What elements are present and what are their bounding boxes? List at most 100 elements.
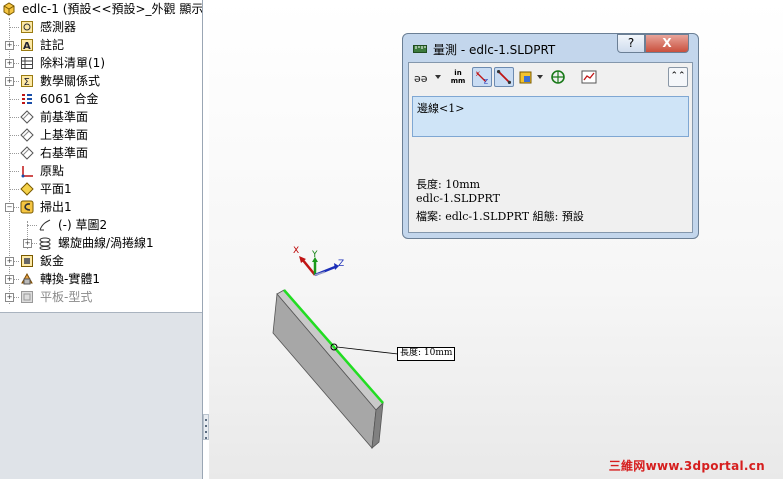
tree-empty-area bbox=[0, 312, 202, 479]
units-label-mm: mm bbox=[450, 77, 466, 85]
tree-root-label: edlc-1 (預設<<預設>_外觀 顯示 bbox=[22, 2, 203, 16]
callout-leader bbox=[336, 346, 399, 355]
sweep-icon bbox=[20, 200, 34, 214]
tree-item-label: 轉換-實體1 bbox=[40, 272, 100, 286]
units-label-in: in bbox=[454, 69, 462, 77]
tree-item[interactable]: + 除料清單(1) bbox=[0, 54, 202, 72]
tree-item[interactable]: 原點 bbox=[0, 162, 202, 180]
result-part: edlc-1.SLDPRT bbox=[416, 192, 500, 205]
tree-connector bbox=[9, 135, 19, 136]
tree-item[interactable]: 感測器 bbox=[0, 18, 202, 36]
tree-connector bbox=[27, 225, 37, 226]
triad-y-label: Y bbox=[312, 250, 318, 260]
tree-item-label: 原點 bbox=[40, 164, 65, 178]
expand-toggle[interactable]: + bbox=[23, 239, 32, 248]
triad-z-label: Z bbox=[338, 259, 345, 269]
tree-item[interactable]: 右基準面 bbox=[0, 144, 202, 162]
tree-connector bbox=[9, 171, 19, 172]
origin-icon bbox=[21, 166, 33, 178]
dialog-title: 量測 - edlc-1.SLDPRT bbox=[433, 43, 556, 57]
tree-root[interactable]: edlc-1 (預設<<預設>_外觀 顯示 bbox=[2, 0, 202, 18]
selection-item: 邊線<1> bbox=[417, 102, 465, 115]
cut-list-icon bbox=[21, 57, 33, 69]
help-button[interactable]: ? bbox=[617, 34, 645, 53]
tree-item-label: 右基準面 bbox=[40, 146, 89, 160]
measure-dialog: 量測 - edlc-1.SLDPRT ? X ǝǝ in mm X Z ⌃⌃ 邊… bbox=[402, 33, 699, 239]
expand-toggle[interactable]: + bbox=[5, 275, 14, 284]
tree-item[interactable]: + 鈑金 bbox=[0, 252, 202, 270]
point-to-point-icon[interactable] bbox=[494, 67, 514, 87]
triad-x-label: X bbox=[293, 246, 300, 256]
tree-item-label: 感測器 bbox=[40, 20, 77, 34]
material-icon bbox=[22, 94, 32, 104]
tree-item[interactable]: 6061 合金 bbox=[0, 90, 202, 108]
tree-item-label: 掃出1 bbox=[40, 200, 72, 214]
tree-item[interactable]: + 平板-型式 bbox=[0, 288, 202, 306]
svg-text:Z: Z bbox=[484, 78, 489, 85]
dialog-titlebar[interactable]: 量測 - edlc-1.SLDPRT ? X bbox=[403, 34, 698, 62]
tree-item-label: 平面1 bbox=[40, 182, 72, 196]
expand-toggle[interactable]: + bbox=[5, 41, 14, 50]
sensor-icon bbox=[21, 21, 33, 33]
expand-toggle[interactable]: + bbox=[5, 293, 14, 302]
tree-item-label: 註記 bbox=[40, 38, 65, 52]
measure-app-icon bbox=[413, 45, 427, 53]
view-triad[interactable] bbox=[299, 256, 339, 277]
tree-item[interactable]: (-) 草圖2 bbox=[0, 216, 202, 234]
plane-yellow-icon bbox=[20, 182, 34, 196]
equation-icon: Σ bbox=[21, 75, 33, 88]
collapse-toggle[interactable]: − bbox=[5, 203, 14, 212]
close-button[interactable]: X bbox=[645, 34, 689, 53]
expand-toggle[interactable]: + bbox=[5, 59, 14, 68]
dialog-body: ǝǝ in mm X Z ⌃⌃ 邊線<1> 長度: 10mm edlc-1.SL… bbox=[408, 62, 693, 233]
flat-pattern-icon bbox=[21, 291, 33, 303]
plane-icon bbox=[20, 110, 34, 124]
tree-item-label: 平板-型式 bbox=[40, 290, 93, 304]
tree-item[interactable]: 平面1 bbox=[0, 180, 202, 198]
xyz-measure-icon[interactable]: X Z bbox=[472, 67, 492, 87]
history-icon[interactable] bbox=[579, 67, 599, 87]
sheet-metal-icon bbox=[21, 255, 33, 267]
watermark: 三維网www.3dportal.cn bbox=[608, 459, 765, 473]
plane-icon bbox=[20, 128, 34, 142]
result-file-config: 檔案: edlc-1.SLDPRT 組態: 預設 bbox=[416, 210, 584, 223]
tree-item-label: 數學關係式 bbox=[40, 74, 101, 88]
tree-item[interactable]: + Σ 數學關係式 bbox=[0, 72, 202, 90]
tree-item-label: 除料清單(1) bbox=[40, 56, 105, 70]
expand-toggle[interactable]: + bbox=[5, 257, 14, 266]
helix-icon bbox=[39, 237, 51, 250]
units-icon[interactable]: in mm bbox=[447, 67, 469, 87]
svg-text:A: A bbox=[23, 41, 31, 52]
selection-box[interactable]: 邊線<1> bbox=[412, 96, 689, 137]
plane-icon bbox=[20, 146, 34, 160]
annotation-icon: A bbox=[21, 39, 33, 52]
svg-text:ǝǝ: ǝǝ bbox=[414, 72, 428, 85]
center-of-mass-icon[interactable] bbox=[548, 67, 568, 87]
tree-item-label: 上基準面 bbox=[40, 128, 89, 142]
tree-connector bbox=[9, 153, 19, 154]
tree-item-label: 螺旋曲線/渦捲線1 bbox=[58, 236, 154, 250]
arc-circle-measure-icon[interactable]: ǝǝ bbox=[413, 67, 443, 87]
sketch-icon bbox=[39, 219, 51, 231]
tree-item[interactable]: + 轉換-實體1 bbox=[0, 270, 202, 288]
tree-connector bbox=[9, 117, 19, 118]
tree-item-label: 6061 合金 bbox=[40, 92, 99, 106]
tree-item-label: 鈑金 bbox=[40, 254, 65, 268]
svg-text:Σ: Σ bbox=[24, 77, 30, 88]
expand-toggle[interactable]: + bbox=[5, 77, 14, 86]
collapse-icon[interactable]: ⌃⌃ bbox=[668, 67, 688, 87]
tree-item[interactable]: − 掃出1 bbox=[0, 198, 202, 216]
svg-text:X: X bbox=[476, 71, 481, 78]
plate-body[interactable] bbox=[272, 289, 384, 449]
part-icon bbox=[3, 2, 15, 16]
feature-manager-tree: edlc-1 (預設<<預設>_外觀 顯示 感測器 + A 註記 + 除料清單(1) + Σ 數… bbox=[0, 0, 203, 479]
tree-item[interactable]: 前基準面 bbox=[0, 108, 202, 126]
tree-item[interactable]: + 螺旋曲線/渦捲線1 bbox=[0, 234, 202, 252]
tree-connector bbox=[9, 189, 19, 190]
projection-icon[interactable] bbox=[517, 67, 547, 87]
result-length: 長度: 10mm bbox=[416, 178, 481, 191]
tree-connector bbox=[9, 99, 19, 100]
tree-item[interactable]: 上基準面 bbox=[0, 126, 202, 144]
tree-item[interactable]: + A 註記 bbox=[0, 36, 202, 54]
measure-toolbar: ǝǝ in mm X Z ⌃⌃ bbox=[413, 65, 688, 89]
